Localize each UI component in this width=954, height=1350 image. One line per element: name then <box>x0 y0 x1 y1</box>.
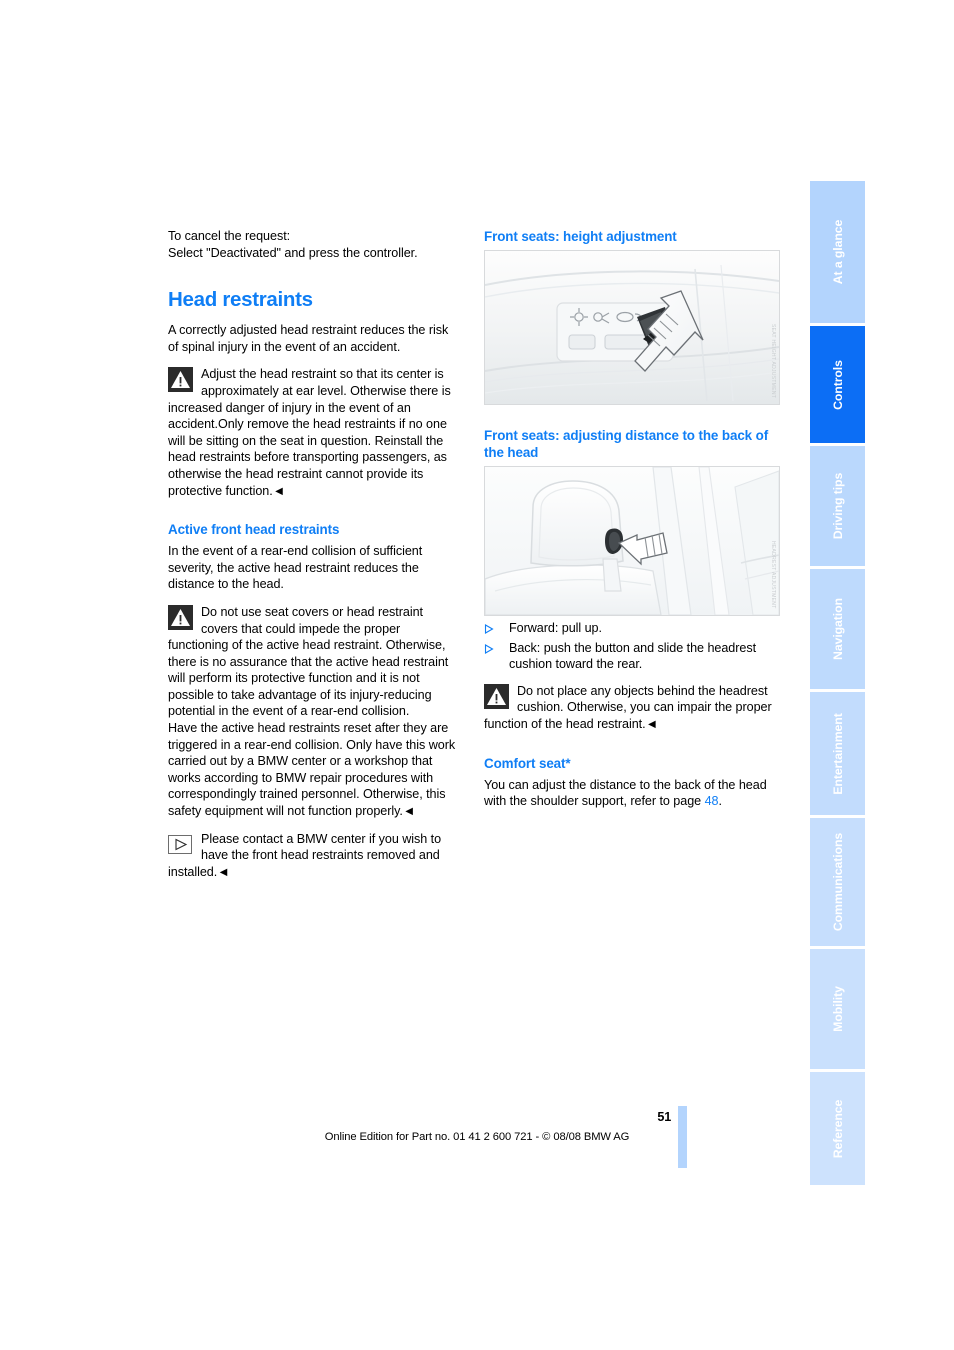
triangle-bullet-icon <box>484 620 509 634</box>
left-column: To cancel the request: Select "Deactivat… <box>168 228 460 891</box>
cancel-request-line-2: Select "Deactivated" and press the contr… <box>168 245 418 260</box>
figure-headrest-distance: HEADREST ADJUSTMENT <box>484 466 780 616</box>
warning-triangle-icon <box>484 683 509 709</box>
comfort-seat-paragraph: You can adjust the distance to the back … <box>484 777 780 810</box>
active-head-restraints-paragraph: In the event of a rear-end collision of … <box>168 544 423 592</box>
subsection-title-active-head-restraints: Active front head restraints <box>168 522 340 538</box>
note-triangle-icon <box>168 832 193 857</box>
heading-front-seats-distance: Front seats: adjusting distance to the b… <box>484 428 769 460</box>
sidebar-tab-navigation[interactable]: Navigation <box>810 569 865 689</box>
comfort-seat-text-after: . <box>718 794 723 809</box>
footer-copyright: Online Edition for Part no. 01 41 2 600 … <box>324 1131 630 1143</box>
cancel-request-line-1: To cancel the request: <box>168 229 291 243</box>
page-reference-link[interactable]: 48 <box>705 794 719 808</box>
triangle-bullet-icon <box>484 640 509 654</box>
headrest-adjustment-steps: Forward: pull up. Back: push the button … <box>484 620 780 673</box>
manual-page: To cancel the request: Select "Deactivat… <box>0 0 954 1350</box>
sidebar-tab-driving-tips[interactable]: Driving tips <box>810 446 865 566</box>
figure-watermark: SEAT HEIGHT ADJUSTMENT <box>770 323 776 398</box>
right-column: Front seats: height adjustment SEAT HEIG… <box>484 228 780 821</box>
warning-no-objects-text: Do not place any objects behind the head… <box>484 683 772 731</box>
sidebar-tab-label: Entertainment <box>830 712 845 795</box>
sidebar-tab-label: At a glance <box>830 219 845 285</box>
sidebar-tab-reference[interactable]: Reference <box>810 1072 865 1185</box>
sidebar-tab-communications[interactable]: Communications <box>810 818 865 946</box>
warning-seat-covers-continued: Have the active head restraints reset af… <box>168 721 456 819</box>
note-block-bmw-center: Please contact a BMW center if you wish … <box>168 831 460 881</box>
sidebar-tab-at-a-glance[interactable]: At a glance <box>810 181 865 323</box>
sidebar-tab-entertainment[interactable]: Entertainment <box>810 692 865 815</box>
warning-triangle-icon <box>168 604 193 630</box>
warning-block-adjust: Adjust the head restraint so that its ce… <box>168 366 460 499</box>
comfort-seat-text-before: You can adjust the distance to the back … <box>484 777 767 809</box>
warning-adjust-text: Adjust the head restraint so that its ce… <box>168 367 451 498</box>
list-item: Back: push the button and slide the head… <box>484 640 780 673</box>
cancel-request-block: To cancel the request: Select "Deactivat… <box>168 228 460 261</box>
sidebar-tab-mobility[interactable]: Mobility <box>810 949 865 1069</box>
sidebar-tab-label: Controls <box>830 359 845 410</box>
head-restraints-intro: A correctly adjusted head restraint redu… <box>168 323 449 354</box>
warning-block-seat-covers: Do not use seat covers or head restraint… <box>168 604 460 720</box>
warning-block-no-objects: Do not place any objects behind the head… <box>484 683 780 733</box>
page-number: 51 <box>657 1110 671 1124</box>
list-item: Forward: pull up. <box>484 620 780 637</box>
sidebar-tab-label: Communications <box>830 832 845 932</box>
heading-front-seats-height: Front seats: height adjustment <box>484 229 677 244</box>
page-title: Head restraints <box>168 288 313 312</box>
note-bmw-center-text: Please contact a BMW center if you wish … <box>168 831 442 879</box>
chapter-tabs-sidebar: At a glance Controls Driving tips Naviga… <box>810 181 865 1188</box>
list-item-label: Back: push the button and slide the head… <box>509 640 757 672</box>
warning-seat-covers-text: Do not use seat covers or head restraint… <box>168 604 449 719</box>
figure-watermark: HEADREST ADJUSTMENT <box>770 541 776 609</box>
sidebar-tab-label: Reference <box>830 1099 845 1158</box>
heading-comfort-seat: Comfort seat* <box>484 755 571 771</box>
figure-seat-height-adjustment: SEAT HEIGHT ADJUSTMENT <box>484 250 780 405</box>
sidebar-tab-controls[interactable]: Controls <box>810 326 865 443</box>
warning-triangle-icon <box>168 367 193 393</box>
sidebar-tab-label: Driving tips <box>830 472 845 540</box>
list-item-label: Forward: pull up. <box>509 621 602 635</box>
sidebar-tab-label: Navigation <box>830 598 845 660</box>
sidebar-tab-label: Mobility <box>830 986 845 1032</box>
